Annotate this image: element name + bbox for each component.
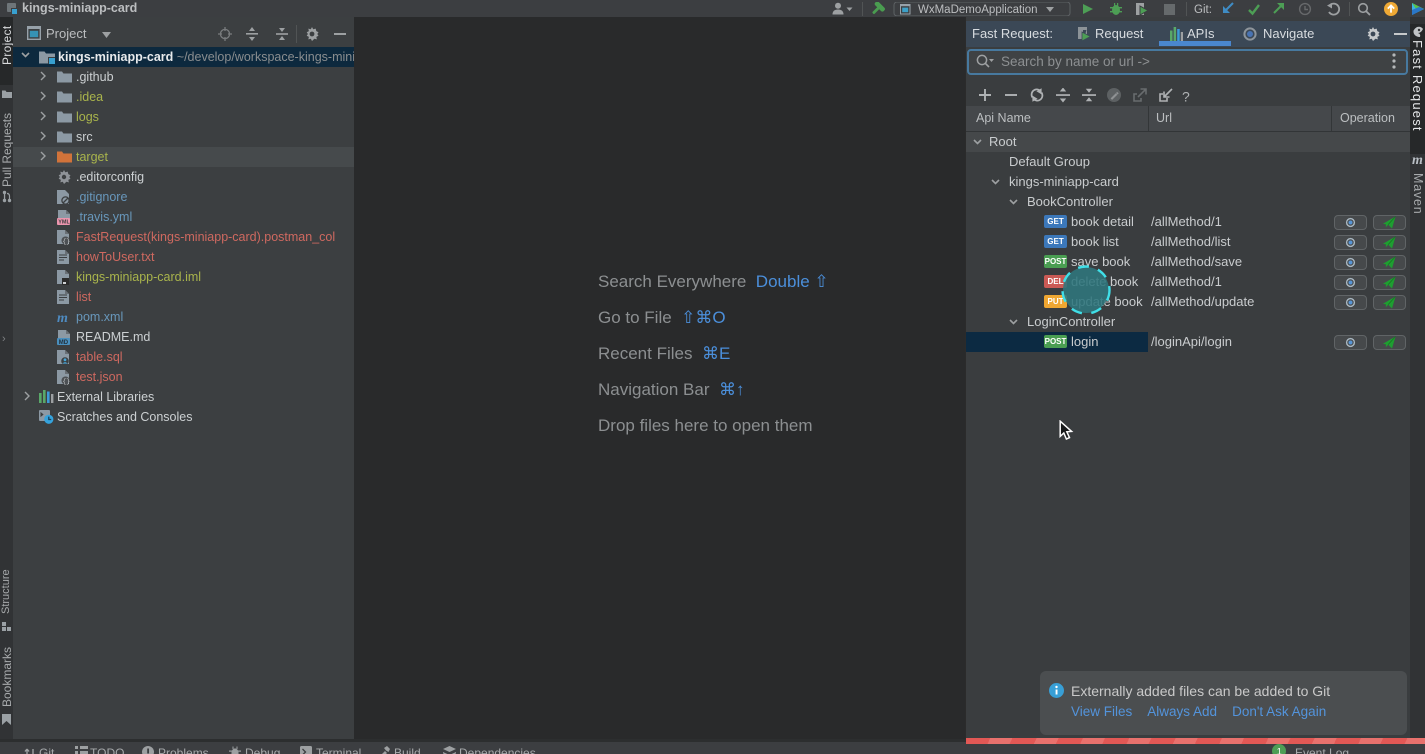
svg-text:{}: {} — [62, 238, 70, 245]
svg-text:YML: YML — [58, 220, 70, 225]
svg-text:{}: {} — [62, 378, 70, 385]
svg-text:MD: MD — [59, 340, 69, 345]
svg-text:1: 1 — [1277, 747, 1282, 754]
svg-text:?: ? — [1182, 89, 1190, 105]
svg-text:m: m — [57, 311, 68, 324]
svg-text:Git:: Git: — [1194, 4, 1212, 16]
svg-text:WxMaDemoApplication: WxMaDemoApplication — [918, 4, 1038, 16]
